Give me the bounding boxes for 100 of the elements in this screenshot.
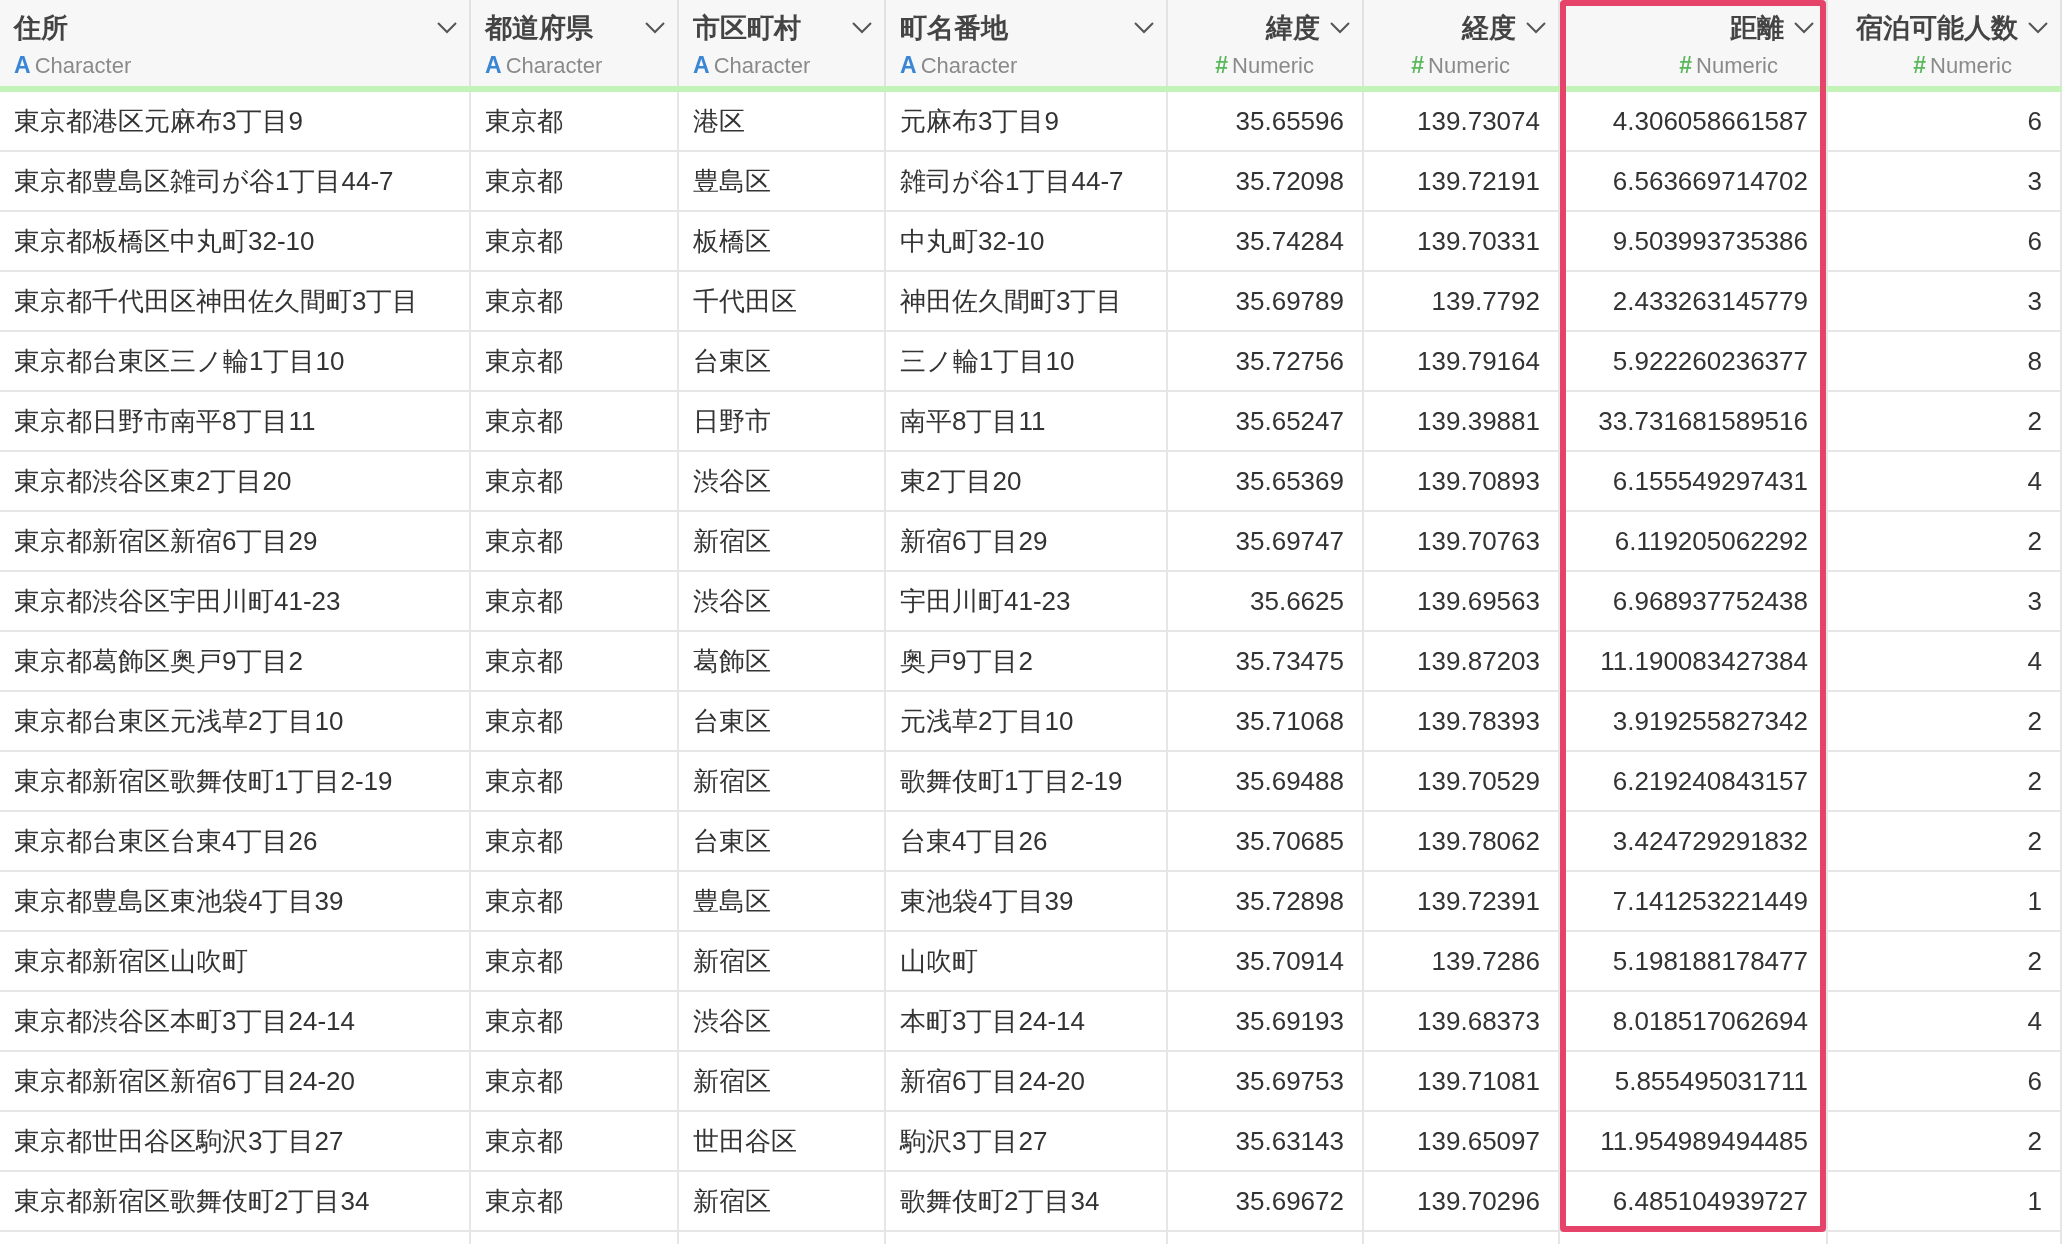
table-cell: 11.190083427384 [1560, 632, 1828, 692]
table-cell: 東京都日野市南平8丁目11 [0, 392, 471, 452]
table-cell: 東京都 [471, 1172, 679, 1232]
table-cell: 東京都 [471, 92, 679, 152]
table-cell: 1 [1828, 872, 2062, 932]
table-cell: 東京都世田谷区駒沢3丁目27 [0, 1112, 471, 1172]
chevron-down-icon[interactable] [645, 21, 665, 34]
type-icon: A [485, 51, 502, 79]
table-cell: 3 [1828, 152, 2062, 212]
table-cell: 新宿区 [679, 932, 886, 992]
table-cell: 東京都 [471, 572, 679, 632]
table-cell: 139.7286 [1364, 932, 1560, 992]
table-cell: 6 [1828, 92, 2062, 152]
column-type-label: Numeric [1232, 52, 1314, 79]
table-cell: 35.65247 [1168, 392, 1364, 452]
table-cell: 2 [1828, 512, 2062, 572]
type-icon: A [693, 51, 710, 79]
table-cell: 139.65097 [1364, 1112, 1560, 1172]
column-header[interactable]: 町名番地 A Character [886, 0, 1168, 86]
table-cell: 駒沢3丁目27 [886, 1112, 1168, 1172]
chevron-down-icon[interactable] [2028, 21, 2048, 34]
table-cell: 東京都 [471, 1112, 679, 1172]
table-cell: 豊島区 [679, 872, 886, 932]
table-cell: 新宿区 [679, 1172, 886, 1232]
table-cell: 139.70296 [1364, 1172, 1560, 1232]
table-cell: 5.198188178477 [1560, 932, 1828, 992]
column-type-label: Character [920, 52, 1018, 79]
chevron-down-icon[interactable] [1526, 21, 1546, 34]
table-cell: 東京都新宿区山吹町 [0, 932, 471, 992]
table-cell: 東京都 [471, 212, 679, 272]
table-cell: 東京都板橋区中丸町32-10 [0, 212, 471, 272]
table-cell: 2 [1828, 692, 2062, 752]
table-cell: 7.141253221449 [1560, 872, 1828, 932]
column-header[interactable]: 緯度 # Numeric [1168, 0, 1364, 86]
chevron-down-icon[interactable] [852, 21, 872, 34]
chevron-down-icon[interactable] [1330, 21, 1350, 34]
type-icon: # [1679, 51, 1693, 79]
table-cell: 元麻布3丁目9 [886, 92, 1168, 152]
column-header-title: 緯度 [1266, 11, 1320, 45]
column-header[interactable]: 都道府県 A Character [471, 0, 679, 86]
table-cell: 6.119205062292 [1560, 512, 1828, 572]
table-cell: 6.968937752438 [1560, 572, 1828, 632]
column-header[interactable]: 市区町村 A Character [679, 0, 886, 86]
table-cell: 139.87203 [1364, 632, 1560, 692]
table-cell: 6.155549297431 [1560, 452, 1828, 512]
table-cell: 葛飾区 [679, 632, 886, 692]
table-cell: 2 [1828, 812, 2062, 872]
table-cell: 台東区 [679, 692, 886, 752]
table-cell: 新宿区 [679, 512, 886, 572]
table-cell: 歌舞伎町1丁目2-19 [886, 752, 1168, 812]
table-cell: 35.70685 [1168, 812, 1364, 872]
chevron-down-icon[interactable] [1794, 21, 1814, 34]
table-cell: 東2丁目20 [886, 452, 1168, 512]
table-cell: 139.39881 [1364, 392, 1560, 452]
table-cell: 139.72391 [1364, 872, 1560, 932]
chevron-down-icon[interactable] [1134, 21, 1154, 34]
column-type-label: Character [505, 52, 603, 79]
table-cell: 東京都渋谷区宇田川町41-23 [0, 572, 471, 632]
table-cell: 139.70763 [1364, 512, 1560, 572]
table-cell: 東京都豊島区東池袋4丁目39 [0, 872, 471, 932]
table-cell: 台東4丁目26 [886, 812, 1168, 872]
table-cell: 35.72756 [1168, 332, 1364, 392]
table-cell: 2.433263145779 [1560, 272, 1828, 332]
table-cell: 中丸町32-10 [886, 212, 1168, 272]
chevron-down-icon[interactable] [437, 21, 457, 34]
table-cell: 35.69488 [1168, 752, 1364, 812]
table-cell: 渋谷区 [679, 572, 886, 632]
type-icon: # [1913, 51, 1927, 79]
table-cell: 6.219240843157 [1560, 752, 1828, 812]
table-cell: 雑司が谷1丁目44-7 [886, 152, 1168, 212]
column-type-label: Numeric [1696, 52, 1778, 79]
table-cell: 東京都 [471, 872, 679, 932]
table-cell: 35.69193 [1168, 992, 1364, 1052]
table-cell: 2 [1828, 932, 2062, 992]
table-cell: 35.69789 [1168, 272, 1364, 332]
table-cell: 35.70914 [1168, 932, 1364, 992]
table-cell: 東京都渋谷区本町3丁目24-14 [0, 992, 471, 1052]
column-header-title: 宿泊可能人数 [1856, 11, 2018, 45]
column-header[interactable]: 住所 A Character [0, 0, 471, 86]
table-cell: 35.69672 [1168, 1172, 1364, 1232]
type-icon: A [14, 51, 31, 79]
column-type-label: Numeric [1428, 52, 1510, 79]
column-header[interactable]: 経度 # Numeric [1364, 0, 1560, 86]
table-cell: 139.73074 [1364, 92, 1560, 152]
table-cell: 東京都 [471, 692, 679, 752]
table-cell: 35.6625 [1168, 572, 1364, 632]
table-cell: 東京都 [471, 632, 679, 692]
table-cell: 139.72191 [1364, 152, 1560, 212]
table-cell: 東京都台東区三ノ輪1丁目10 [0, 332, 471, 392]
table-cell: 東京都新宿区歌舞伎町2丁目34 [0, 1172, 471, 1232]
column-header[interactable]: 宿泊可能人数 # Numeric [1828, 0, 2062, 86]
table-cell: 6 [1828, 1052, 2062, 1112]
table-cell: 3.424729291832 [1560, 812, 1828, 872]
table-cell: 35.73475 [1168, 632, 1364, 692]
table-cell: 東京都 [471, 152, 679, 212]
table-cell: 6 [1828, 212, 2062, 272]
table-cell: 東京都千代田区神田佐久間町3丁目 [0, 272, 471, 332]
table-cell: 東京都 [471, 932, 679, 992]
table-cell: 139.71081 [1364, 1052, 1560, 1112]
table-cell: 8 [1828, 332, 2062, 392]
